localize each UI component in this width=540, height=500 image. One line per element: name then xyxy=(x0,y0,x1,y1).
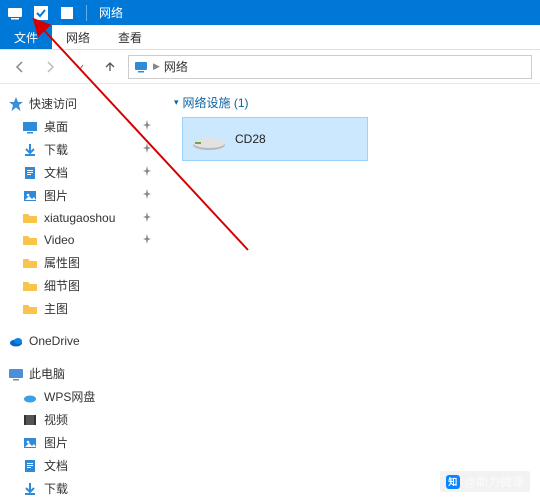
doc-icon xyxy=(22,458,38,474)
pin-icon xyxy=(142,166,152,179)
star-icon xyxy=(8,96,24,112)
sidebar-item[interactable]: 属性图 xyxy=(0,251,160,274)
sidebar-header-onedrive[interactable]: OneDrive xyxy=(0,330,160,352)
sidebar-item[interactable]: 图片 xyxy=(0,431,160,454)
sidebar-item-label: 下载 xyxy=(44,141,68,158)
pic-icon xyxy=(22,188,38,204)
zhihu-icon: 知 xyxy=(446,475,460,489)
tab-view[interactable]: 查看 xyxy=(104,25,156,49)
folder-icon xyxy=(22,210,38,226)
cloud-icon xyxy=(22,389,38,405)
qat-divider xyxy=(86,5,87,21)
quick-access-toolbar xyxy=(4,3,91,23)
chevron-down-icon: ▾ xyxy=(174,97,179,108)
sidebar-item-label: xiatugaoshou xyxy=(44,211,115,225)
group-label: 网络设施 (1) xyxy=(183,94,249,111)
pin-icon xyxy=(142,143,152,156)
desktop-icon xyxy=(22,119,38,135)
sidebar-header-label: OneDrive xyxy=(29,334,80,348)
sidebar-item[interactable]: 文档 xyxy=(0,454,160,477)
device-item[interactable]: CD28 xyxy=(182,117,368,161)
sidebar-item[interactable]: 下载 xyxy=(0,477,160,500)
tab-network[interactable]: 网络 xyxy=(52,25,104,49)
watermark-text: @助力微课 xyxy=(464,473,524,490)
download-icon xyxy=(22,481,38,497)
sidebar-group-onedrive: OneDrive xyxy=(0,330,160,352)
cloud-icon xyxy=(8,333,24,349)
sidebar-item-label: 视频 xyxy=(44,411,68,428)
sidebar-item-label: 下载 xyxy=(44,480,68,497)
sidebar-item[interactable]: 细节图 xyxy=(0,274,160,297)
sidebar-header-label: 此电脑 xyxy=(29,365,65,382)
pin-icon xyxy=(142,189,152,202)
folder-icon xyxy=(22,255,38,271)
sidebar-item[interactable]: 视频 xyxy=(0,408,160,431)
doc-icon xyxy=(22,165,38,181)
folder-icon xyxy=(22,278,38,294)
device-icon xyxy=(191,125,227,154)
up-button[interactable] xyxy=(98,55,122,79)
sidebar-item-label: 图片 xyxy=(44,434,68,451)
pic-icon xyxy=(22,435,38,451)
sidebar-item[interactable]: 主图 xyxy=(0,297,160,320)
group-header[interactable]: ▾ 网络设施 (1) xyxy=(174,94,532,111)
sidebar-item[interactable]: 文档 xyxy=(0,161,160,184)
breadcrumb[interactable]: 网络 xyxy=(164,58,188,75)
ribbon: 文件 网络 查看 xyxy=(0,25,540,50)
sidebar-item-label: 细节图 xyxy=(44,277,80,294)
sidebar-item-label: 主图 xyxy=(44,300,68,317)
folder-icon xyxy=(22,301,38,317)
sidebar-item[interactable]: 下载 xyxy=(0,138,160,161)
sidebar-header-label: 快速访问 xyxy=(29,95,77,112)
properties-icon[interactable] xyxy=(56,3,78,23)
tab-file[interactable]: 文件 xyxy=(0,25,52,49)
sidebar-item-label: 属性图 xyxy=(44,254,80,271)
content-pane[interactable]: ▾ 网络设施 (1) CD28 xyxy=(160,84,540,500)
folder-icon xyxy=(22,232,38,248)
download-icon xyxy=(22,142,38,158)
window-title: 网络 xyxy=(99,4,123,21)
sidebar: 快速访问 桌面下载文档图片xiatugaoshouVideo属性图细节图主图 O… xyxy=(0,84,160,500)
network-icon xyxy=(133,59,149,75)
pin-icon xyxy=(142,120,152,133)
chevron-right-icon: ▶ xyxy=(153,61,160,72)
forward-button[interactable] xyxy=(38,55,62,79)
navbar: ▶ 网络 xyxy=(0,50,540,84)
sidebar-item[interactable]: 图片 xyxy=(0,184,160,207)
sidebar-item-label: 文档 xyxy=(44,164,68,181)
watermark: 知 @助力微课 xyxy=(440,471,530,492)
pin-icon xyxy=(142,234,152,247)
sidebar-item-label: Video xyxy=(44,233,74,247)
titlebar: 网络 xyxy=(0,0,540,25)
sidebar-item[interactable]: Video xyxy=(0,229,160,251)
pin-icon xyxy=(142,212,152,225)
sidebar-item[interactable]: 桌面 xyxy=(0,115,160,138)
sidebar-item-label: WPS网盘 xyxy=(44,388,95,405)
sidebar-item[interactable]: WPS网盘 xyxy=(0,385,160,408)
pc-icon xyxy=(8,366,24,382)
video-icon xyxy=(22,412,38,428)
workspace: 快速访问 桌面下载文档图片xiatugaoshouVideo属性图细节图主图 O… xyxy=(0,84,540,500)
checkbox-icon[interactable] xyxy=(30,3,52,23)
address-bar[interactable]: ▶ 网络 xyxy=(128,55,532,79)
sidebar-header-thispc[interactable]: 此电脑 xyxy=(0,362,160,385)
sidebar-group-thispc: 此电脑 WPS网盘视频图片文档下载音乐桌面 xyxy=(0,362,160,500)
back-button[interactable] xyxy=(8,55,32,79)
sidebar-item-label: 图片 xyxy=(44,187,68,204)
sidebar-item[interactable]: xiatugaoshou xyxy=(0,207,160,229)
sidebar-header-quick[interactable]: 快速访问 xyxy=(0,92,160,115)
sidebar-group-quick: 快速访问 桌面下载文档图片 xiatugaoshou Video 属性图细节图主图 xyxy=(0,92,160,320)
app-icon[interactable] xyxy=(4,3,26,23)
recent-dropdown[interactable] xyxy=(68,55,92,79)
sidebar-item-label: 桌面 xyxy=(44,118,68,135)
sidebar-item-label: 文档 xyxy=(44,457,68,474)
device-label: CD28 xyxy=(235,132,266,146)
